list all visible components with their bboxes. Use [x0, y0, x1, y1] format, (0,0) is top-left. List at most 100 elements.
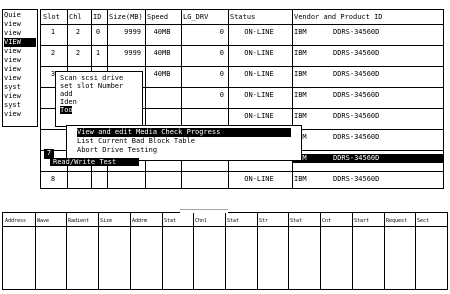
- main-menu-item[interactable]: view: [4, 20, 36, 29]
- bottom-column-divider: [193, 213, 194, 289]
- table-cell: IBM: [294, 70, 307, 78]
- table-header: Slot: [43, 13, 60, 21]
- main-menu-item[interactable]: VIEW: [4, 38, 36, 47]
- main-menu-item[interactable]: syst: [4, 101, 36, 110]
- drive-submenu-item[interactable]: Iden: [60, 98, 138, 106]
- table-cell: 40MB: [153, 28, 171, 36]
- bottom-column-divider: [257, 213, 258, 289]
- table-cell: [183, 112, 224, 121]
- table-header: Chl: [69, 13, 82, 21]
- table-cell: 2: [75, 28, 81, 36]
- bottom-column-header: Str: [259, 218, 269, 224]
- table-cell: DDRS-34560D: [333, 70, 380, 78]
- bottom-column-divider: [320, 213, 321, 289]
- bottom-panel-title: ————————————————: [180, 207, 229, 213]
- tools-menu-item[interactable]: List Current Bad Block Table: [77, 137, 291, 146]
- table-row[interactable]: 8 ON-LINE IBM DDRS-34560D: [41, 175, 443, 184]
- bottom-column-header: Cnt: [322, 218, 332, 224]
- bottom-column-divider: [288, 213, 289, 289]
- main-menu-item[interactable]: view: [4, 110, 36, 119]
- table-cell: ON-LINE: [244, 91, 274, 99]
- table-cell: 8: [50, 175, 56, 183]
- table-cell: [93, 175, 103, 184]
- table-cell: [147, 91, 177, 100]
- table-row[interactable]: 1 2 0 9999 40MB 0 ON-LINE IBM DDRS-34560D: [41, 28, 443, 37]
- table-cell: 1: [95, 49, 101, 57]
- table-header: Vendor and Product ID: [294, 13, 383, 21]
- drive-submenu-item[interactable]: set slot Number: [60, 82, 138, 90]
- table-cell: ON-LINE: [244, 49, 274, 57]
- table-cell: [147, 112, 177, 121]
- table-row-divider: [41, 171, 443, 172]
- table-cell: DDRS-34560D: [333, 154, 380, 162]
- tools-menu-item[interactable]: View and edit Media Check Progress: [77, 128, 291, 137]
- read-write-test-bar[interactable]: Read/Write Test: [50, 158, 139, 166]
- table-cell: [69, 175, 87, 184]
- bottom-column-divider: [66, 213, 67, 289]
- bottom-column-header: Stat: [227, 218, 240, 224]
- bottom-column-header: Request: [386, 218, 408, 224]
- table-cell: [43, 133, 63, 142]
- bottom-column-divider: [98, 213, 99, 289]
- drive-submenu-item[interactable]: add: [60, 90, 138, 98]
- bottom-column-header: Chnl: [195, 218, 208, 224]
- bottom-column-header: Stat: [290, 218, 303, 224]
- bottom-column-divider: [130, 213, 131, 289]
- main-menu-item[interactable]: view: [4, 56, 36, 65]
- table-row[interactable]: 2 2 1 9999 40MB 0 ON-LINE IBM DDRS-34560D: [41, 49, 443, 58]
- table-cell: IBM: [294, 175, 307, 183]
- tools-menu-item[interactable]: Abort Drive Testing: [77, 146, 291, 155]
- bottom-column-divider: [35, 213, 36, 289]
- table-header-divider: [41, 24, 443, 25]
- drive-submenu-item[interactable]: Tool: [60, 106, 77, 114]
- table-cell: 0: [219, 91, 224, 99]
- table-row-divider: [41, 66, 443, 67]
- table-cell: DDRS-34560D: [333, 133, 380, 141]
- table-cell: 40MB: [153, 49, 171, 57]
- main-menu-item[interactable]: view: [4, 65, 36, 74]
- table-row-divider: [41, 45, 443, 46]
- main-menu-item[interactable]: syst: [4, 83, 36, 92]
- drive-submenu-item[interactable]: Scan scsi drive: [60, 74, 138, 82]
- main-menu-item[interactable]: Quie: [4, 11, 36, 20]
- table-cell: 9999: [124, 49, 141, 57]
- bottom-column-header: Size: [100, 218, 113, 224]
- table-cell: IBM: [294, 49, 307, 57]
- main-menu-panel: Quie view view VIEW view view view view syst view…: [2, 9, 38, 127]
- main-menu-item[interactable]: view: [4, 29, 36, 38]
- bottom-column-header: Address: [5, 218, 27, 224]
- table-cell: 0: [219, 49, 224, 57]
- table-header: Size(MB): [109, 13, 143, 21]
- drive-submenu: Scan scsi drive set slot Number add Iden Too…: [55, 71, 143, 127]
- bottom-column-divider: [384, 213, 385, 289]
- table-cell: DDRS-34560D: [333, 28, 380, 36]
- table-cell: 9999: [124, 28, 141, 36]
- table-cell: 1: [50, 28, 56, 36]
- bottom-column-header: Radient: [68, 218, 90, 224]
- bottom-column-divider: [352, 213, 353, 289]
- table-cell: 2: [50, 49, 56, 57]
- table-cell: 0: [95, 28, 101, 36]
- table-cell: IBM: [294, 28, 307, 36]
- bottom-column-header: Start: [354, 218, 370, 224]
- bottom-column-header: Wave: [37, 218, 50, 224]
- table-header: ID: [93, 13, 102, 21]
- table-cell: ON-LINE: [244, 175, 274, 183]
- table-cell: DDRS-34560D: [333, 112, 380, 120]
- table-cell: IBM: [294, 91, 307, 99]
- table-cell: ON-LINE: [244, 28, 274, 36]
- tools-menu: View and edit Media Check Progress List C…: [66, 125, 302, 161]
- table-cell: [183, 175, 224, 184]
- table-header: Status: [230, 13, 256, 21]
- bottom-panel: Address Wave Radient Size Addrm Stat Chnl Stat S…: [2, 212, 448, 290]
- bottom-column-divider: [162, 213, 163, 289]
- main-menu-item[interactable]: view: [4, 92, 36, 101]
- main-menu-item[interactable]: view: [4, 47, 36, 56]
- table-cell: 40MB: [153, 70, 171, 78]
- main-menu-item[interactable]: view: [4, 74, 36, 83]
- table-cell: DDRS-34560D: [333, 175, 380, 183]
- table-cell: [109, 175, 141, 184]
- table-header: LG_DRV: [183, 13, 209, 21]
- table-cell: ON-LINE: [244, 112, 274, 120]
- table-cell: [147, 175, 177, 184]
